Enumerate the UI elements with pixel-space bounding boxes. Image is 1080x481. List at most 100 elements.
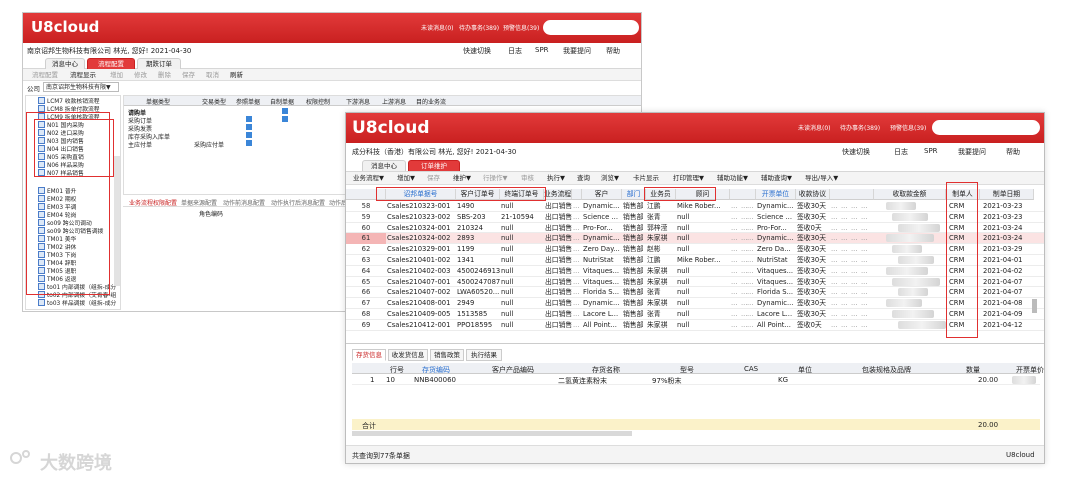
table-row[interactable]: 63 Csales210401-002 1341 null 出口销售 NutriStat 销… bbox=[346, 255, 1044, 266]
tb-browse[interactable]: 浏览▼ bbox=[598, 173, 622, 183]
tb-print[interactable]: 打印管理▼ bbox=[670, 173, 707, 183]
lower-scrollbar[interactable] bbox=[352, 431, 632, 436]
tb-save[interactable]: 保存 bbox=[179, 70, 198, 80]
tb-aux-func[interactable]: 辅助功能▼ bbox=[714, 173, 751, 183]
tree-scrollbar[interactable] bbox=[114, 156, 120, 286]
tb-refresh[interactable]: 刷新 bbox=[227, 70, 246, 80]
checkbox-checked[interactable] bbox=[246, 132, 252, 138]
tb-add[interactable]: 增加 bbox=[107, 70, 126, 80]
grid-header[interactable]: 部门 bbox=[622, 189, 646, 200]
table-cell: 2021-03-24 bbox=[983, 223, 1023, 232]
lower-grid-row[interactable]: 1 10 NNB400060 二氢黄连素粉末 97%粉末 KG 20.00 bbox=[352, 375, 1040, 385]
subtab[interactable]: 业务流程权限配置 bbox=[129, 198, 177, 207]
blurred-amount bbox=[886, 202, 916, 210]
tb-edit[interactable]: 修改 bbox=[131, 70, 150, 80]
tb-cancel[interactable]: 取消 bbox=[203, 70, 222, 80]
back-unread-messages[interactable]: 未读消息(0) bbox=[421, 23, 454, 32]
company-label: 公司 bbox=[27, 85, 40, 93]
front-tab-message[interactable]: 消息中心 bbox=[362, 160, 406, 171]
grid-header[interactable]: 制单日期 bbox=[980, 189, 1034, 200]
back-search-input[interactable] bbox=[543, 20, 639, 35]
back-help[interactable]: 帮助 bbox=[606, 46, 620, 56]
front-search-input[interactable] bbox=[932, 120, 1040, 135]
tb-query[interactable]: 查询 bbox=[574, 173, 593, 183]
lower-tab-inventory[interactable]: 存货信息 bbox=[352, 349, 386, 361]
tb-maintain[interactable]: 维护▼ bbox=[450, 173, 474, 183]
table-row[interactable]: 69 Csales210412-001 PPO18595 null 出口销售 All Po… bbox=[346, 320, 1044, 331]
tb-card-view[interactable]: 卡片显示 bbox=[630, 173, 662, 183]
grid-header[interactable]: 业务流程 bbox=[544, 189, 572, 200]
front-spr[interactable]: SPR bbox=[924, 147, 938, 155]
table-row[interactable]: 主应付单 bbox=[128, 140, 152, 149]
checkbox-checked[interactable] bbox=[246, 140, 252, 146]
table-row[interactable]: 61 Csales210324-002 2893 null 出口销售 Dynamic...… bbox=[346, 233, 1044, 245]
table-row[interactable]: 66 Csales210407-002 LWA60520... null 出口销售 Flo… bbox=[346, 287, 1044, 299]
tb-business-flow[interactable]: 业务流程▼ bbox=[350, 173, 387, 183]
table-cell: Pro-For... bbox=[757, 223, 787, 232]
grid-header[interactable]: 收款协议 bbox=[796, 189, 830, 200]
tb-flow-config[interactable]: 流程配置 bbox=[29, 70, 61, 80]
front-reminder[interactable]: 预警信息(39) bbox=[890, 123, 926, 132]
table-cell: 2021-03-23 bbox=[983, 212, 1023, 221]
ellipsis-cell: ... bbox=[841, 223, 848, 232]
back-tab-flow-config[interactable]: 流程配置 bbox=[87, 58, 135, 69]
lower-tab-delivery[interactable]: 收发货信息 bbox=[388, 349, 428, 361]
tree-item[interactable]: to03 样品调拨（组拆-成分 bbox=[38, 298, 116, 307]
th: 单据类型 bbox=[146, 99, 171, 106]
table-row[interactable]: 64 Csales210402-003 4500246913 null 出口销售 Vita… bbox=[346, 266, 1044, 277]
tb-row-op[interactable]: 行操作▼ bbox=[480, 173, 511, 183]
back-tab-message[interactable]: 消息中心 bbox=[45, 58, 85, 69]
checkbox-checked[interactable] bbox=[282, 116, 288, 122]
front-feedback[interactable]: 我要提问 bbox=[958, 147, 986, 157]
grid-header[interactable]: 开票单位 bbox=[756, 189, 796, 200]
checkbox-checked[interactable] bbox=[246, 116, 252, 122]
front-help[interactable]: 帮助 bbox=[1006, 147, 1020, 157]
front-tab-order-maint[interactable]: 订单维护 bbox=[408, 160, 460, 171]
subtab[interactable]: 单据来源配置 bbox=[181, 198, 217, 207]
subtab[interactable]: 动作执行后消息配置 bbox=[271, 198, 325, 207]
table-row[interactable]: 62 Csales210329-001 1199 null 出口销售 Zero Day..… bbox=[346, 244, 1044, 255]
tb-execute[interactable]: 执行▼ bbox=[544, 173, 568, 183]
back-reminder[interactable]: 预警信息(39) bbox=[503, 23, 539, 32]
front-todo[interactable]: 待办事务(389) bbox=[840, 123, 880, 132]
tb-save[interactable]: 保存 bbox=[424, 173, 443, 183]
front-log[interactable]: 日志 bbox=[894, 147, 908, 157]
back-log[interactable]: 日志 bbox=[508, 46, 522, 56]
tb-delete[interactable]: 删除 bbox=[155, 70, 174, 80]
front-quick-switch[interactable]: 快速切换 bbox=[842, 147, 870, 157]
table-row[interactable]: 59 Csales210323-002 SBS-203 21-10594 出口销售 Sci… bbox=[346, 212, 1044, 223]
tb-flow-display[interactable]: 流程显示 bbox=[67, 70, 99, 80]
lower-tab-policy[interactable]: 销售政策 bbox=[430, 349, 464, 361]
table-row[interactable]: 60 Csales210324-001 210324 null 出口销售 Pro-For.… bbox=[346, 223, 1044, 234]
company-select[interactable]: 南京诏邦生物科技有限▼ bbox=[43, 82, 119, 92]
lower-th: 存货编码 bbox=[422, 366, 450, 374]
total-row: 合计 20.00 bbox=[352, 419, 1040, 430]
tb-add-menu[interactable]: 增加▼ bbox=[394, 173, 418, 183]
table-cell: 1341 bbox=[457, 256, 475, 264]
lower-tab-result[interactable]: 执行结果 bbox=[466, 349, 502, 361]
ellipsis-cell: ... bbox=[851, 310, 858, 318]
tb-aux-query[interactable]: 辅助查询▼ bbox=[758, 173, 795, 183]
subtab[interactable]: 动作前消息配置 bbox=[223, 198, 265, 207]
blurred-amount bbox=[886, 266, 928, 275]
back-quick-switch[interactable]: 快速切换 bbox=[463, 46, 491, 56]
watermark-logo-icon bbox=[10, 452, 22, 464]
back-spr[interactable]: SPR bbox=[535, 46, 549, 54]
front-unread-messages[interactable]: 未读消息(0) bbox=[798, 123, 831, 132]
tb-approve[interactable]: 审核 bbox=[518, 173, 537, 183]
back-feedback[interactable]: 我要提问 bbox=[563, 46, 591, 56]
tb-export-import[interactable]: 导出/导入▼ bbox=[802, 173, 841, 183]
checkbox-checked[interactable] bbox=[246, 124, 252, 130]
grid-scrollbar[interactable] bbox=[1032, 299, 1037, 313]
th: 权限控制 bbox=[306, 99, 331, 106]
table-row[interactable]: 68 Csales210409-005 1513585 null 出口销售 Lacore … bbox=[346, 309, 1044, 320]
table-row[interactable]: 65 Csales210407-001 4500247087 null 出口销售 Vita… bbox=[346, 277, 1044, 288]
back-todo[interactable]: 待办事务(389) bbox=[459, 23, 499, 32]
grid-header[interactable]: 客户 bbox=[582, 189, 622, 200]
checkbox-checked[interactable] bbox=[282, 108, 288, 114]
grid-header[interactable]: 收取款金额 bbox=[874, 189, 946, 200]
table-row[interactable]: 67 Csales210408-001 2949 null 出口销售 Dynamic...… bbox=[346, 298, 1044, 309]
blurred-price bbox=[1012, 376, 1036, 384]
back-tab-order[interactable]: 期跌订单 bbox=[137, 58, 181, 69]
table-row[interactable]: 58 Csales210323-001 1490 null 出口销售 Dynamic...… bbox=[346, 201, 1044, 212]
